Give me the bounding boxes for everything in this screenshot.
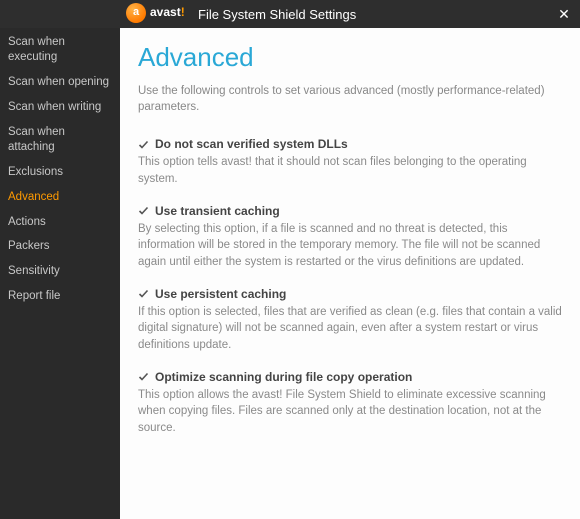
option-block: Do not scan verified system DLLs This opt… [138, 137, 562, 187]
option-description: If this option is selected, files that a… [138, 304, 562, 354]
brand-logo-icon: a [126, 3, 146, 23]
checkbox-icon[interactable] [138, 371, 149, 382]
option-label[interactable]: Use persistent caching [155, 287, 286, 301]
option-description: This option tells avast! that it should … [138, 154, 562, 187]
option-description: This option allows the avast! File Syste… [138, 387, 562, 437]
sidebar-item-label: Scan when writing [8, 101, 101, 113]
sidebar-item-sensitivity[interactable]: Sensitivity [0, 259, 120, 284]
titlebar: a avast! File System Shield Settings ✕ [0, 0, 580, 28]
brand-text: avast! [150, 5, 185, 19]
sidebar: Scan when executing Scan when opening Scan… [0, 28, 120, 519]
option-label[interactable]: Do not scan verified system DLLs [155, 137, 348, 151]
option-row: Use persistent caching [138, 287, 562, 301]
content-pane: Advanced Use the following controls to s… [120, 28, 580, 519]
window-title: File System Shield Settings [198, 7, 356, 22]
sidebar-item-scan-when-writing[interactable]: Scan when writing [0, 95, 120, 120]
option-row: Optimize scanning during file copy opera… [138, 370, 562, 384]
checkbox-icon[interactable] [138, 205, 149, 216]
sidebar-item-packers[interactable]: Packers [0, 234, 120, 259]
sidebar-item-report-file[interactable]: Report file [0, 284, 120, 309]
option-description: By selecting this option, if a file is s… [138, 221, 562, 271]
sidebar-item-actions[interactable]: Actions [0, 210, 120, 235]
option-block: Optimize scanning during file copy opera… [138, 370, 562, 437]
sidebar-item-label: Report file [8, 290, 60, 302]
option-label[interactable]: Optimize scanning during file copy opera… [155, 370, 412, 384]
window-body: Scan when executing Scan when opening Scan… [0, 28, 580, 519]
option-block: Use persistent caching If this option is … [138, 287, 562, 354]
sidebar-item-label: Advanced [8, 191, 59, 203]
close-button[interactable]: ✕ [554, 4, 574, 24]
sidebar-item-label: Sensitivity [8, 265, 60, 277]
sidebar-item-label: Scan when attaching [8, 126, 65, 153]
checkbox-icon[interactable] [138, 139, 149, 150]
sidebar-item-label: Packers [8, 240, 50, 252]
sidebar-item-label: Scan when executing [8, 36, 65, 63]
sidebar-item-label: Actions [8, 216, 46, 228]
option-row: Do not scan verified system DLLs [138, 137, 562, 151]
sidebar-item-advanced[interactable]: Advanced [0, 185, 120, 210]
option-label[interactable]: Use transient caching [155, 204, 280, 218]
page-title: Advanced [138, 42, 562, 73]
sidebar-item-label: Exclusions [8, 166, 63, 178]
page-subtitle: Use the following controls to set variou… [138, 83, 562, 115]
option-block: Use transient caching By selecting this o… [138, 204, 562, 271]
checkbox-icon[interactable] [138, 288, 149, 299]
sidebar-item-scan-when-executing[interactable]: Scan when executing [0, 30, 120, 70]
sidebar-item-scan-when-attaching[interactable]: Scan when attaching [0, 120, 120, 160]
sidebar-item-label: Scan when opening [8, 76, 109, 88]
sidebar-item-exclusions[interactable]: Exclusions [0, 160, 120, 185]
option-row: Use transient caching [138, 204, 562, 218]
sidebar-item-scan-when-opening[interactable]: Scan when opening [0, 70, 120, 95]
